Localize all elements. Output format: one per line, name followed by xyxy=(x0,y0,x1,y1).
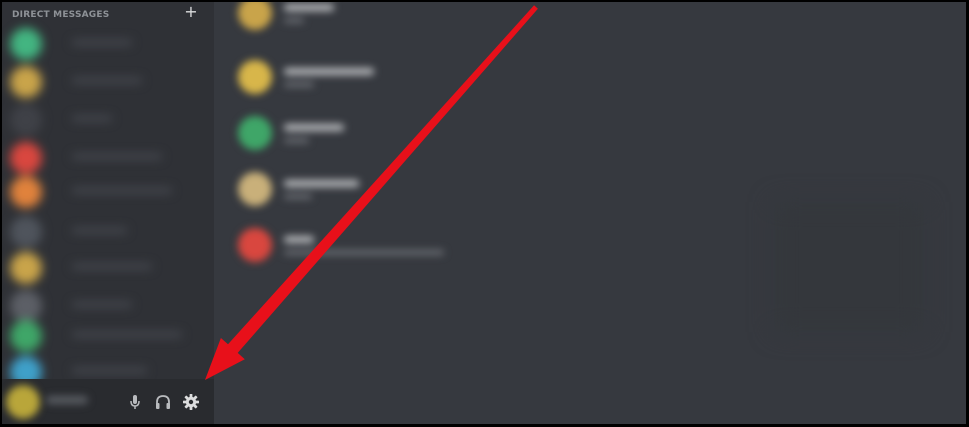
friend-status-blurred xyxy=(284,250,444,255)
headphones-icon[interactable] xyxy=(154,393,172,411)
friend-status-blurred xyxy=(284,82,314,87)
friend-row[interactable] xyxy=(214,226,514,266)
friend-name-blurred xyxy=(284,68,374,75)
friend-row[interactable] xyxy=(214,2,514,34)
dm-name-blurred xyxy=(72,40,132,45)
friend-name-blurred xyxy=(284,4,334,11)
friend-status-blurred xyxy=(284,18,304,23)
avatar xyxy=(10,320,42,352)
user-panel xyxy=(2,379,214,424)
friend-name-blurred xyxy=(284,124,344,131)
dm-list-item[interactable] xyxy=(2,140,214,174)
dm-list-item[interactable] xyxy=(2,288,214,322)
dm-name-blurred xyxy=(72,154,162,159)
dm-list-item[interactable] xyxy=(2,318,214,352)
dm-list-item[interactable] xyxy=(2,174,214,208)
avatar xyxy=(10,142,42,174)
friend-name-blurred xyxy=(284,180,359,187)
discord-window: DIRECT MESSAGES + xyxy=(2,2,966,424)
avatar xyxy=(238,172,272,206)
dm-name-blurred xyxy=(72,332,182,337)
avatar xyxy=(238,228,272,262)
avatar xyxy=(238,2,272,30)
dm-name-blurred xyxy=(72,78,142,83)
gear-icon[interactable] xyxy=(182,393,200,411)
dm-name-blurred xyxy=(72,116,112,121)
avatar xyxy=(10,176,42,208)
avatar xyxy=(10,252,42,284)
dm-name-blurred xyxy=(72,368,147,373)
friend-status-blurred xyxy=(284,138,309,143)
dm-name-blurred xyxy=(72,188,172,193)
main-panel xyxy=(214,2,966,424)
friend-row[interactable] xyxy=(214,114,514,154)
friend-name-blurred xyxy=(284,236,314,243)
avatar xyxy=(10,104,42,136)
dm-name-blurred xyxy=(72,228,127,233)
dm-list xyxy=(2,24,214,388)
friend-row[interactable] xyxy=(214,58,514,98)
username-blurred xyxy=(46,396,88,404)
dm-list-item[interactable] xyxy=(2,64,214,98)
avatar xyxy=(10,28,42,60)
dm-list-item[interactable] xyxy=(2,102,214,136)
dm-list-item[interactable] xyxy=(2,26,214,60)
dm-list-item[interactable] xyxy=(2,250,214,284)
friend-status-blurred xyxy=(284,194,312,199)
avatar xyxy=(10,66,42,98)
plus-icon[interactable]: + xyxy=(183,4,199,20)
dm-name-blurred xyxy=(72,264,152,269)
dm-name-blurred xyxy=(72,302,132,307)
dm-list-item[interactable] xyxy=(2,214,214,248)
friend-row[interactable] xyxy=(214,170,514,210)
avatar xyxy=(238,116,272,150)
blurred-region xyxy=(774,202,924,332)
dm-sidebar: DIRECT MESSAGES + xyxy=(2,2,214,424)
microphone-icon[interactable] xyxy=(126,393,144,411)
direct-messages-header: DIRECT MESSAGES xyxy=(12,10,110,20)
avatar[interactable] xyxy=(6,385,40,419)
avatar xyxy=(238,60,272,94)
avatar xyxy=(10,216,42,248)
